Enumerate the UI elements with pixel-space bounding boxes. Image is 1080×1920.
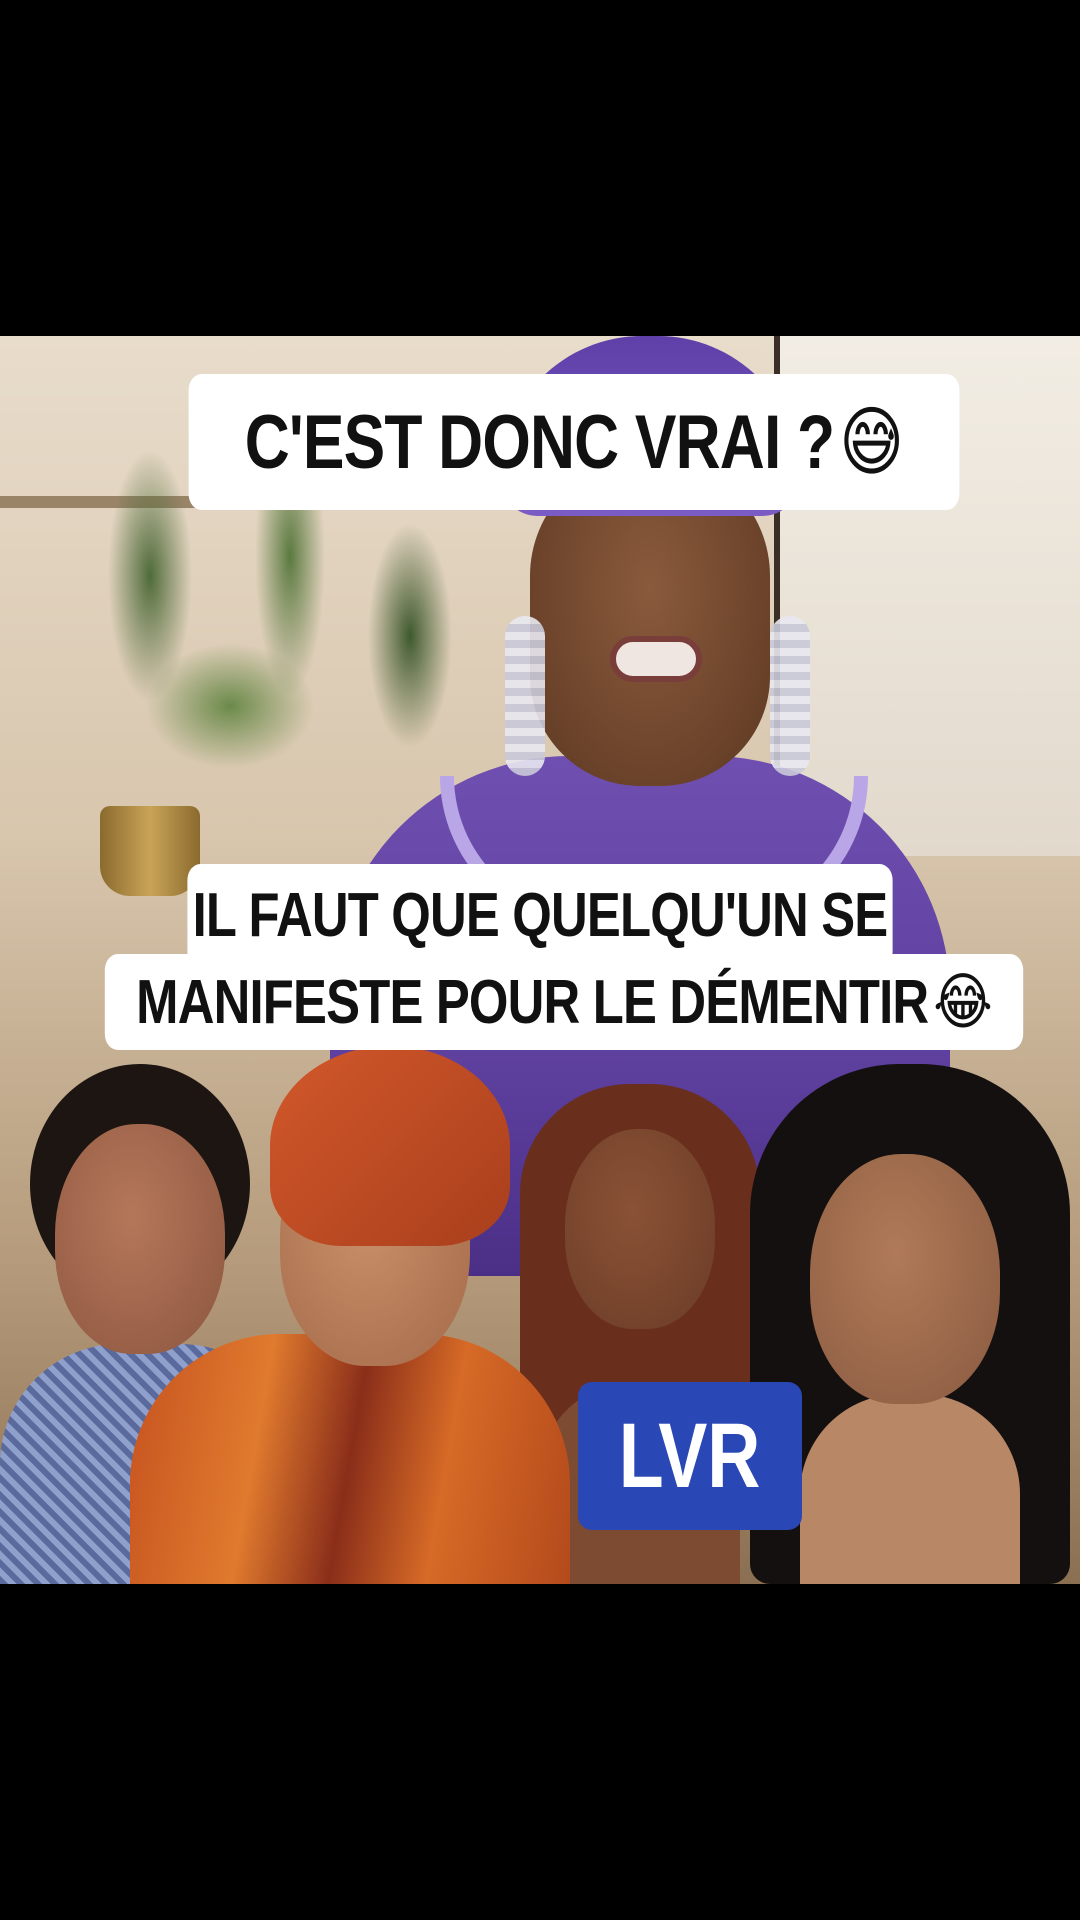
collage-woman-2 [130, 1046, 570, 1584]
caption-bottom-line-1: IL FAUT QUE QUELQU'UN SE [187, 864, 893, 968]
woman-4-clothes [800, 1394, 1020, 1584]
plant-pot [100, 806, 200, 896]
woman-2-clothes [130, 1334, 570, 1584]
woman-4-face [810, 1154, 1000, 1404]
speaker-earring-left [505, 616, 545, 776]
caption-bottom-line-2-text: MANIFESTE POUR LE DÉMENTIR [136, 968, 929, 1037]
caption-top: C'EST DONC VRAI ?😅 [188, 374, 960, 510]
photo-collage [0, 1046, 1080, 1584]
caption-bottom-line-1-text: IL FAUT QUE QUELQU'UN SE [192, 881, 889, 950]
tears-of-joy-emoji-icon: 😂 [933, 965, 992, 1038]
lvr-logo-text: LVR [619, 1405, 761, 1507]
speaker-mouth [610, 636, 702, 682]
woman-2-headwrap [270, 1046, 510, 1246]
video-frame-page: C'EST DONC VRAI ?😅 IL FAUT QUE QUELQU'UN… [0, 0, 1080, 1920]
caption-top-text: C'EST DONC VRAI ? [244, 400, 835, 485]
caption-bottom-line-2: MANIFESTE POUR LE DÉMENTIR😂 [104, 954, 1024, 1050]
woman-3-face [565, 1129, 715, 1329]
sweat-smile-emoji-icon: 😅 [839, 397, 904, 486]
lvr-logo-badge: LVR [578, 1382, 802, 1530]
speaker-earring-right [770, 616, 810, 776]
